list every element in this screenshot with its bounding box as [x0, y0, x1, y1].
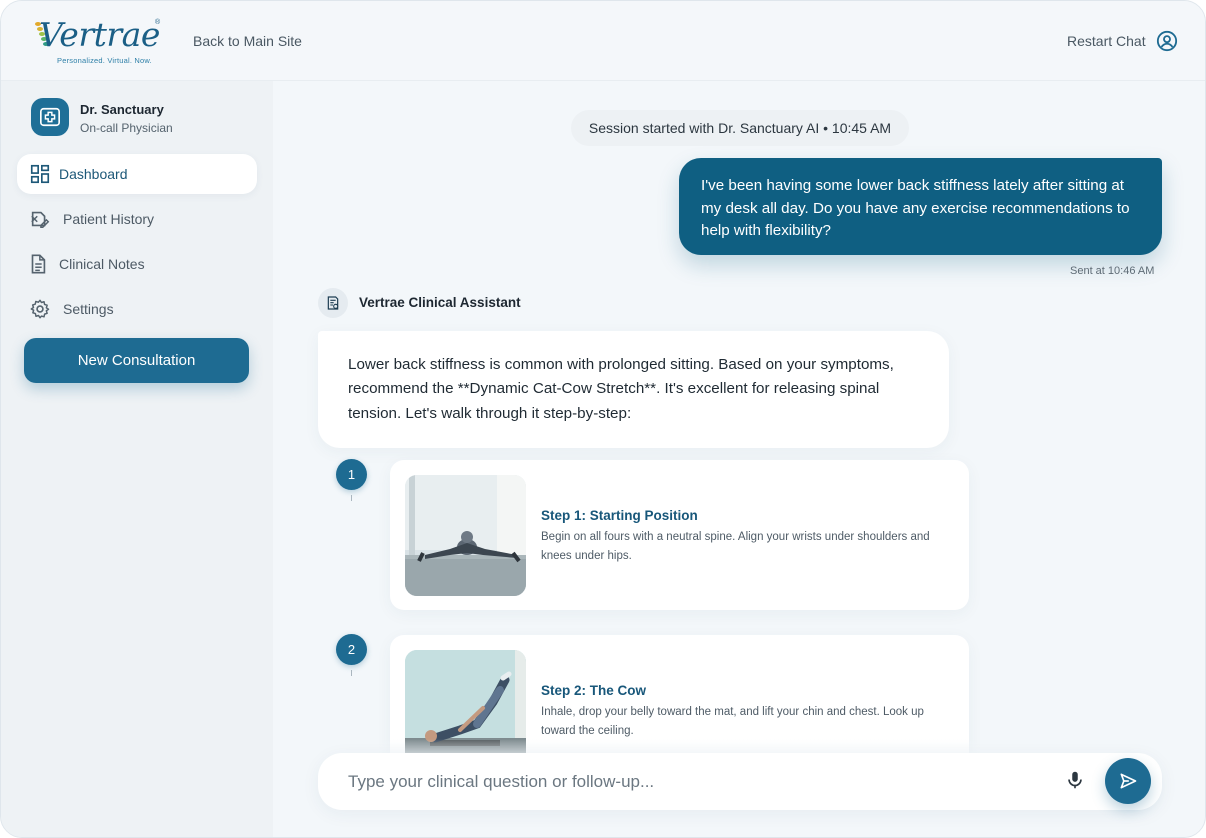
- medical-cross-icon: [40, 107, 60, 127]
- sidebar-item-label: Settings: [63, 301, 114, 317]
- user-message: I've been having some lower back stiffne…: [679, 158, 1162, 255]
- session-status: Session started with Dr. Sanctuary AI • …: [571, 110, 909, 146]
- send-button[interactable]: [1105, 758, 1151, 804]
- assistant-message: Lower back stiffness is common with prol…: [318, 331, 949, 448]
- sidebar-item-clinical-notes[interactable]: Clinical Notes: [17, 244, 257, 284]
- sidebar-item-label: Clinical Notes: [59, 256, 145, 272]
- logo-tagline: Personalized. Virtual. Now.: [57, 56, 152, 65]
- document-icon: [31, 254, 46, 274]
- step-number-badge: 1: [336, 459, 367, 490]
- step-1-image: [405, 475, 526, 596]
- doctor-role: On-call Physician: [80, 121, 173, 135]
- sent-timestamp: Sent at 10:46 AM: [1070, 265, 1155, 277]
- step-title: Step 1: Starting Position: [541, 508, 698, 523]
- gear-icon: [30, 299, 50, 319]
- message-input[interactable]: [348, 767, 1048, 797]
- microphone-icon[interactable]: [1064, 769, 1086, 791]
- send-icon: [1120, 773, 1137, 789]
- app-window: Vertrae ® Personalized. Virtual. Now. Ba…: [0, 0, 1206, 838]
- step-title: Step 2: The Cow: [541, 683, 647, 698]
- patient-history-icon: [31, 211, 50, 228]
- step-connector: [351, 495, 352, 501]
- top-header: Vertrae ® Personalized. Virtual. Now. Ba…: [1, 1, 1205, 81]
- restart-chat-button[interactable]: Restart Chat: [1067, 33, 1146, 49]
- sidebar-item-settings[interactable]: Settings: [17, 289, 257, 329]
- step-number-badge: 2: [336, 634, 367, 665]
- sidebar-item-label: Patient History: [63, 211, 155, 227]
- logo-registered-mark: ®: [155, 19, 161, 26]
- message-composer: [318, 753, 1162, 810]
- logo-wordmark: Vertrae: [39, 15, 160, 54]
- clinical-clipboard-icon: [327, 296, 339, 310]
- back-to-main-site-link[interactable]: Back to Main Site: [193, 33, 302, 49]
- step-card: Step 1: Starting Position Begin on all f…: [390, 460, 969, 610]
- sidebar-item-patient-history[interactable]: Patient History: [17, 199, 257, 239]
- account-icon[interactable]: [1156, 30, 1178, 52]
- sidebar-item-dashboard[interactable]: Dashboard: [17, 154, 257, 194]
- new-consultation-button[interactable]: New Consultation: [24, 338, 249, 383]
- step-description: Inhale, drop your belly toward the mat, …: [541, 706, 924, 737]
- dashboard-icon: [30, 164, 50, 184]
- sidebar-item-label: Dashboard: [59, 166, 128, 182]
- sidebar: [1, 81, 273, 837]
- step-connector: [351, 670, 352, 676]
- step-description: Begin on all fours with a neutral spine.…: [541, 531, 930, 562]
- assistant-avatar: [318, 288, 348, 318]
- doctor-avatar: [31, 98, 69, 136]
- vertrae-logo[interactable]: Vertrae ® Personalized. Virtual. Now.: [31, 15, 166, 69]
- assistant-name: Vertrae Clinical Assistant: [359, 295, 521, 310]
- doctor-name: Dr. Sanctuary: [80, 102, 164, 117]
